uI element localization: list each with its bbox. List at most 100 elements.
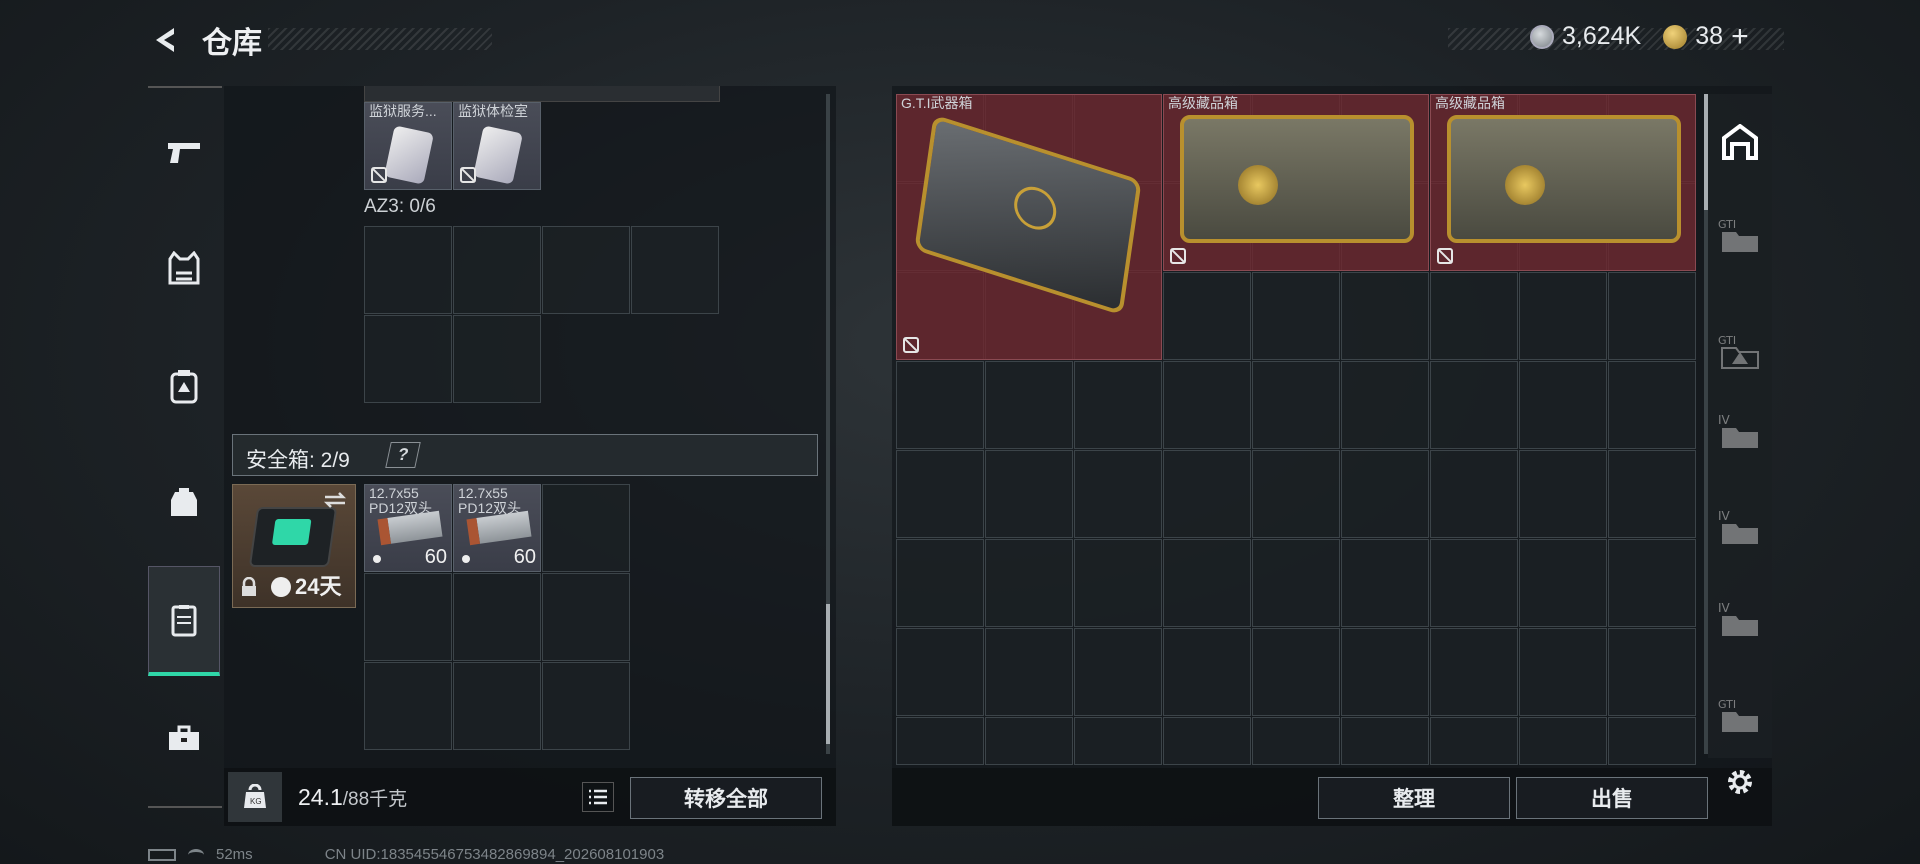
stash-slot[interactable] (1430, 717, 1518, 765)
tab-gti-warning[interactable]: GTI (1708, 320, 1772, 384)
stash-slot[interactable] (1608, 539, 1696, 627)
stash-slot[interactable] (1252, 450, 1340, 538)
stash-slot[interactable] (896, 628, 984, 716)
safebox-slot[interactable] (364, 573, 452, 661)
stash-slot[interactable] (1341, 717, 1429, 765)
gti-folder-icon: GTI (1718, 218, 1758, 252)
stash-slot[interactable] (1252, 717, 1340, 765)
stash-slot[interactable] (896, 539, 984, 627)
stash-slot[interactable] (1252, 272, 1340, 360)
list-view-button[interactable] (582, 782, 614, 812)
inventory-item[interactable]: 监狱服务... (364, 102, 452, 190)
stash-slot[interactable] (1163, 539, 1251, 627)
safebox-slot[interactable] (453, 662, 541, 750)
stash-slot[interactable] (1430, 628, 1518, 716)
stash-slot[interactable] (1519, 272, 1607, 360)
stash-slot[interactable] (1430, 539, 1518, 627)
stash-slot[interactable] (1252, 628, 1340, 716)
stash-slot[interactable] (1163, 628, 1251, 716)
gold-add-button[interactable]: + (1731, 21, 1749, 51)
stash-item[interactable]: 高级藏品箱 (1163, 94, 1429, 271)
stash-slot[interactable] (1163, 450, 1251, 538)
safebox-slot[interactable] (542, 573, 630, 661)
stash-slot[interactable] (985, 717, 1073, 765)
stash-slot[interactable] (1252, 361, 1340, 449)
sell-button[interactable]: 出售 (1516, 777, 1708, 819)
ammo-item[interactable]: 12.7x55 PD12双头 60 (364, 484, 452, 572)
stash-slot[interactable] (1608, 628, 1696, 716)
sidebar-item-armor[interactable] (148, 350, 220, 422)
stash-slot[interactable] (1519, 539, 1607, 627)
stash-slot[interactable] (1341, 450, 1429, 538)
stash-slot[interactable] (1519, 717, 1607, 765)
az3-slot[interactable] (631, 226, 719, 314)
sidebar-item-vest[interactable] (148, 232, 220, 304)
sidebar-item-weapons[interactable] (148, 116, 220, 188)
stash-slot[interactable] (1341, 628, 1429, 716)
stash-slot[interactable] (1341, 361, 1429, 449)
stash-slot[interactable] (1074, 717, 1162, 765)
wifi-icon (188, 848, 204, 861)
stash-item[interactable]: 高级藏品箱 (1430, 94, 1696, 271)
az3-slot[interactable] (453, 226, 541, 314)
safebox-slot[interactable] (542, 484, 630, 572)
sidebar-item-container[interactable] (148, 566, 220, 676)
stash-slot[interactable] (1608, 272, 1696, 360)
safebox-slot[interactable] (542, 662, 630, 750)
stash-item[interactable]: G.T.I武器箱 (896, 94, 1162, 360)
inventory-item[interactable]: 监狱体检室 (453, 102, 541, 190)
stash-slot[interactable] (1519, 628, 1607, 716)
az3-slot[interactable] (453, 315, 541, 403)
settings-button[interactable] (1720, 762, 1760, 802)
stash-slot[interactable] (1163, 272, 1251, 360)
sidebar-item-backpack[interactable] (148, 466, 220, 538)
stash-slot[interactable] (1519, 450, 1607, 538)
transfer-all-button[interactable]: 转移全部 (630, 777, 822, 819)
az3-slot[interactable] (364, 226, 452, 314)
tab-iv-folder-2[interactable]: IV (1708, 496, 1772, 560)
stash-slot[interactable] (985, 450, 1073, 538)
stash-slot[interactable] (1430, 361, 1518, 449)
stash-slot[interactable] (1430, 450, 1518, 538)
stash-slot[interactable] (896, 717, 984, 765)
safebox-slot[interactable] (453, 573, 541, 661)
stash-slot[interactable] (1074, 539, 1162, 627)
tab-gti-folder[interactable]: GTI (1708, 204, 1772, 268)
safebox-help-button[interactable]: ? (385, 442, 421, 468)
stash-slot[interactable] (896, 361, 984, 449)
tab-gti-hand[interactable]: GTI (1708, 684, 1772, 748)
stash-slot[interactable] (1519, 361, 1607, 449)
stash-slot[interactable] (1074, 450, 1162, 538)
az3-slot[interactable] (364, 315, 452, 403)
stash-slot[interactable] (896, 450, 984, 538)
sidebar (148, 86, 222, 808)
tab-iv-folder-1[interactable]: IV (1708, 400, 1772, 464)
stash-slot[interactable] (1608, 717, 1696, 765)
stash-slot[interactable] (1163, 717, 1251, 765)
back-button[interactable] (148, 22, 184, 58)
sidebar-item-toolbox[interactable] (148, 702, 220, 774)
stash-slot[interactable] (985, 628, 1073, 716)
stash-slot[interactable] (1608, 450, 1696, 538)
tab-warehouse[interactable] (1708, 110, 1772, 174)
tab-iv-folder-3[interactable]: IV (1708, 588, 1772, 652)
stash-slot[interactable] (1430, 272, 1518, 360)
stash-slot[interactable] (1074, 361, 1162, 449)
stash-slot[interactable] (1341, 539, 1429, 627)
ammo-count: 60 (513, 546, 536, 568)
left-scrollbar[interactable] (826, 94, 830, 754)
stash-slot[interactable] (1074, 628, 1162, 716)
ammo-item[interactable]: 12.7x55 PD12双头 60 (453, 484, 541, 572)
stash-slot[interactable] (1341, 272, 1429, 360)
gti-hand-folder-icon: GTI (1718, 698, 1758, 732)
safebox-slot[interactable] (364, 662, 452, 750)
stash-slot[interactable] (985, 361, 1073, 449)
stash-slot[interactable] (985, 539, 1073, 627)
safebox-item[interactable]: 24天 (232, 484, 356, 608)
stash-slot[interactable] (1163, 361, 1251, 449)
stash-slot[interactable] (1252, 539, 1340, 627)
sort-button[interactable]: 整理 (1318, 777, 1510, 819)
stash-slot[interactable] (1608, 361, 1696, 449)
az3-slot[interactable] (542, 226, 630, 314)
swap-icon[interactable] (323, 491, 347, 509)
